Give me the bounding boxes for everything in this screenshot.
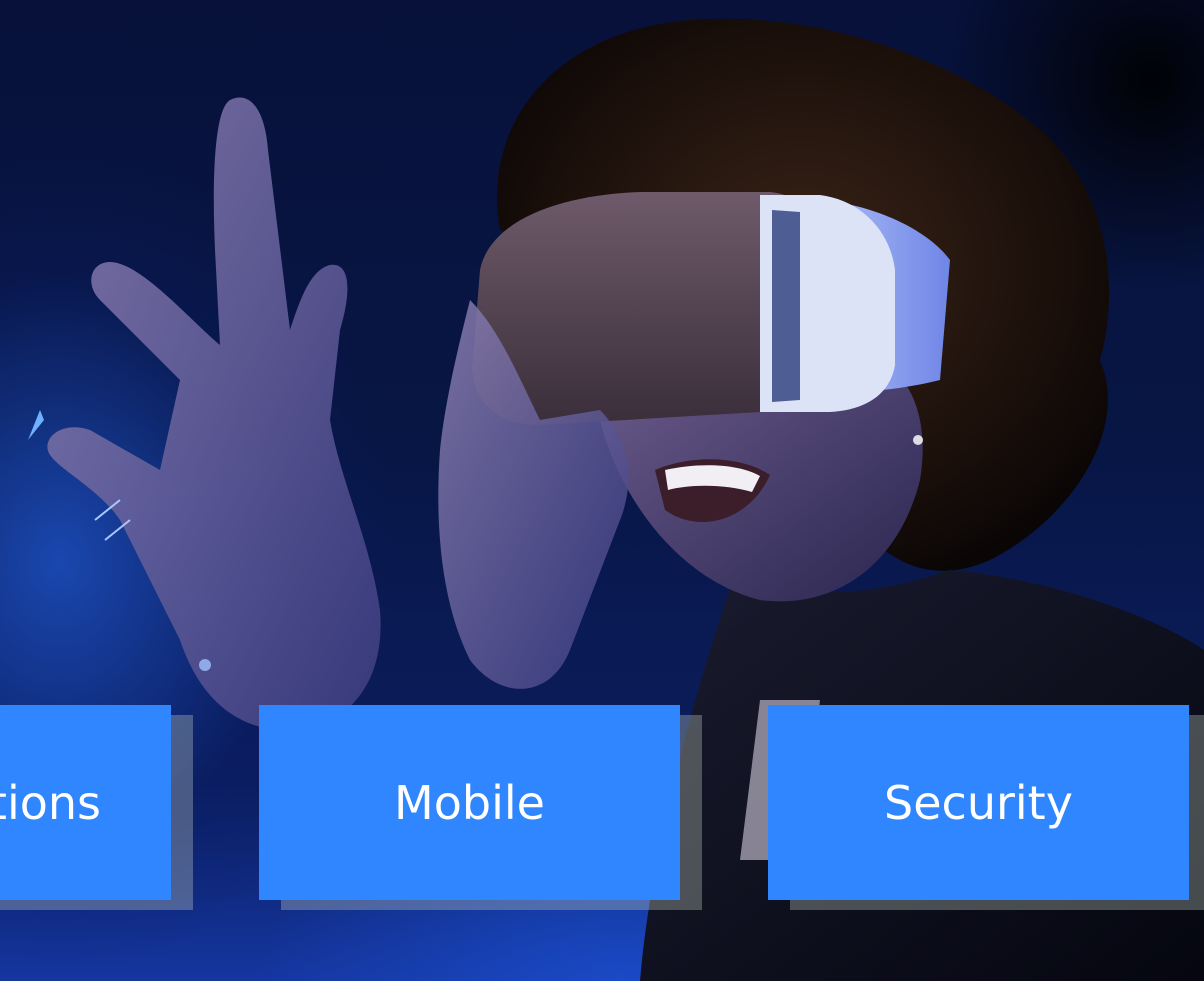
category-tile-security[interactable]: Security bbox=[768, 705, 1189, 900]
category-tile-mobile[interactable]: Mobile bbox=[259, 705, 680, 900]
hero-section: Applications Mobile Security bbox=[0, 0, 1204, 981]
category-label: Mobile bbox=[394, 775, 545, 830]
category-tiles: Applications Mobile Security bbox=[0, 0, 1204, 981]
category-label: Security bbox=[884, 775, 1073, 830]
category-tile-applications[interactable]: Applications bbox=[0, 705, 171, 900]
category-label: Applications bbox=[0, 775, 101, 830]
